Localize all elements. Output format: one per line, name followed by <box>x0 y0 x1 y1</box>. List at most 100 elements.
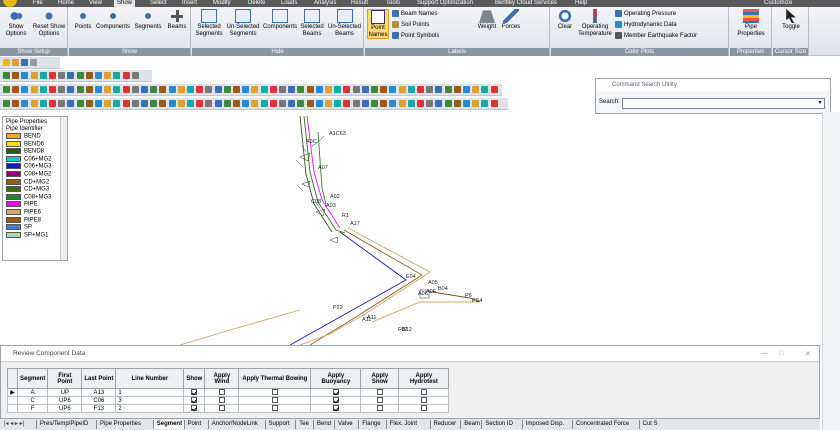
minimize-icon[interactable]: — <box>761 350 768 357</box>
tb1-tool-13-icon[interactable] <box>113 72 121 79</box>
tb3-tool-42-icon[interactable] <box>380 100 388 107</box>
tab-imposed-disp[interactable]: Imposed Disp. <box>521 420 567 429</box>
tab-tee[interactable]: Tee <box>295 420 312 429</box>
tb3-tool-22-icon[interactable] <box>196 100 204 107</box>
tb3-tool-14-icon[interactable] <box>122 100 130 107</box>
column-header-apply-wind[interactable]: Apply Wind <box>204 368 240 389</box>
tb2-tool-34-icon[interactable] <box>306 86 314 93</box>
tb2-tool-26-icon[interactable] <box>233 86 240 93</box>
show-components-button[interactable]: Components <box>95 9 131 31</box>
column-header-line-number[interactable]: Line Number <box>115 368 185 389</box>
tb1-tool-6-icon[interactable] <box>49 72 56 79</box>
tb3-tool-32-icon[interactable] <box>288 100 296 107</box>
tb2-tool-8-icon[interactable] <box>67 86 75 93</box>
tb2-tool-29-icon[interactable] <box>260 86 268 93</box>
tb2-tool-41-icon[interactable] <box>371 86 378 93</box>
search-input[interactable]: ▾ <box>622 98 825 109</box>
tb2-tool-15-icon[interactable] <box>131 86 139 93</box>
tab-reducer[interactable]: Reducer <box>429 420 460 429</box>
open-folder-icon[interactable] <box>12 59 19 66</box>
tb1-tool-11-icon[interactable] <box>95 72 102 79</box>
cell-segment[interactable]: C <box>16 396 49 405</box>
tb2-tool-7-icon[interactable] <box>58 86 66 93</box>
tb2-tool-45-icon[interactable] <box>407 86 415 93</box>
tb1-tool-12-icon[interactable] <box>104 72 112 79</box>
hydrodynamic-data-button[interactable]: Hydrodynamic Data <box>615 21 677 29</box>
tb3-tool-41-icon[interactable] <box>371 100 378 107</box>
cell-line[interactable]: 3 <box>115 396 185 405</box>
cell-first[interactable]: UP6 <box>47 404 83 413</box>
point-label-b12[interactable]: B12 <box>402 327 412 333</box>
tb1-tool-8-icon[interactable] <box>67 72 75 79</box>
table-row[interactable]: C UP6 C06 3 <box>7 396 450 405</box>
thermal-checkbox[interactable] <box>271 389 278 396</box>
tab-pres-temp-pipeid[interactable]: Pres/Temp/PipeID <box>36 420 91 429</box>
cell-first[interactable]: UP6 <box>47 396 83 405</box>
pipe-properties-button[interactable]: Pipe Properties <box>733 9 769 37</box>
show-options-button[interactable]: Show Options <box>2 9 30 37</box>
tb3-tool-7-icon[interactable] <box>58 100 66 107</box>
tb2-tool-51-icon[interactable] <box>463 86 470 93</box>
tb2-tool-1-icon[interactable] <box>3 86 10 93</box>
column-header-first-point[interactable]: First Point <box>47 368 83 389</box>
point-label-p6[interactable]: P6 <box>465 293 472 299</box>
tb3-tool-2-icon[interactable] <box>12 100 20 107</box>
tb3-tool-53-icon[interactable] <box>481 100 489 107</box>
tb3-tool-26-icon[interactable] <box>233 100 240 107</box>
tb2-tool-22-icon[interactable] <box>196 86 204 93</box>
tb3-tool-27-icon[interactable] <box>242 100 250 107</box>
hydro-checkbox[interactable] <box>420 405 427 412</box>
tb3-tool-43-icon[interactable] <box>389 100 397 107</box>
tab-anchor-nodelink[interactable]: Anchor/NodeLink <box>207 420 261 429</box>
tb3-tool-6-icon[interactable] <box>49 100 56 107</box>
point-label-a07[interactable]: A07 <box>318 165 328 171</box>
save-icon[interactable] <box>21 59 28 66</box>
tab-concentrated-force[interactable]: Concentrated Force <box>572 420 632 429</box>
hide-unselected-segments-button[interactable]: Un-Selected Segments <box>225 9 261 37</box>
menu-modify[interactable]: Modify <box>213 0 231 7</box>
tb2-tool-36-icon[interactable] <box>325 86 332 93</box>
tb3-tool-20-icon[interactable] <box>177 100 185 107</box>
tb3-tool-38-icon[interactable] <box>343 100 351 107</box>
tb3-tool-52-icon[interactable] <box>472 100 480 107</box>
tb3-tool-21-icon[interactable] <box>187 100 194 107</box>
tb2-tool-9-icon[interactable] <box>76 86 84 93</box>
menu-result[interactable]: Result <box>351 0 368 7</box>
tb2-tool-40-icon[interactable] <box>361 86 369 93</box>
legend-scrollbar[interactable] <box>60 117 67 260</box>
tb2-tool-35-icon[interactable] <box>315 86 323 93</box>
tb3-tool-35-icon[interactable] <box>315 100 323 107</box>
tb3-tool-37-icon[interactable] <box>334 100 342 107</box>
tb3-tool-25-icon[interactable] <box>223 100 231 107</box>
point-names-button[interactable]: Point Names <box>367 9 389 39</box>
tb1-tool-9-icon[interactable] <box>76 72 84 79</box>
operating-pressure-button[interactable]: Operating Pressure <box>615 10 676 18</box>
column-header-segment[interactable]: Segment <box>16 368 49 389</box>
tb2-tool-16-icon[interactable] <box>141 86 148 93</box>
menu-show[interactable]: Show <box>114 0 136 7</box>
menu-delete[interactable]: Delete <box>248 0 265 7</box>
column-header-apply-snow[interactable]: Apply Snow <box>360 368 400 389</box>
tb2-tool-47-icon[interactable] <box>426 86 434 93</box>
tab-section-id[interactable]: Section ID <box>481 420 516 429</box>
tab-point[interactable]: Point <box>183 420 205 429</box>
app-logo-icon[interactable] <box>3 0 17 7</box>
tb2-tool-53-icon[interactable] <box>481 86 489 93</box>
tb3-tool-23-icon[interactable] <box>205 100 213 107</box>
tab-flex-joint[interactable]: Flex. Joint <box>385 420 420 429</box>
tb3-tool-36-icon[interactable] <box>325 100 332 107</box>
menu-file[interactable]: File <box>33 0 43 7</box>
tb3-tool-16-icon[interactable] <box>141 100 148 107</box>
tab-valve[interactable]: Valve <box>334 420 356 429</box>
show-checkbox[interactable] <box>191 397 198 404</box>
point-label-c08[interactable]: C08 <box>311 199 321 205</box>
point-symbols-button[interactable]: Point Symbols <box>392 32 439 40</box>
tb2-tool-33-icon[interactable] <box>297 86 305 93</box>
tb1-tool-1-icon[interactable] <box>3 72 10 79</box>
tb2-tool-12-icon[interactable] <box>104 86 112 93</box>
tb3-tool-10-icon[interactable] <box>85 100 93 107</box>
tb2-tool-37-icon[interactable] <box>334 86 342 93</box>
forces-button[interactable]: Forces <box>500 9 522 31</box>
tb1-tool-5-icon[interactable] <box>39 72 47 79</box>
tb3-tool-17-icon[interactable] <box>150 100 158 107</box>
